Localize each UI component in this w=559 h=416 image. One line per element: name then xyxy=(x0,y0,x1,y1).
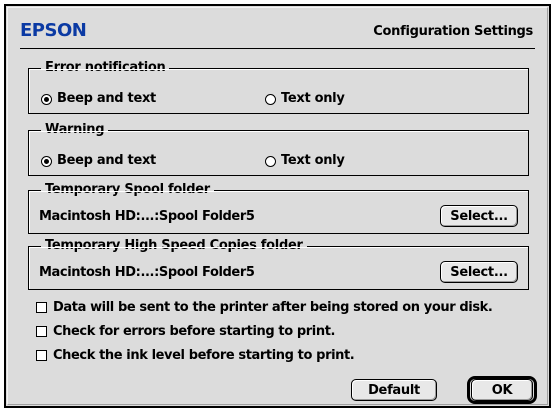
warning-text-only-radio[interactable]: Text only xyxy=(265,153,345,169)
high-speed-folder-path: Macintosh HD:...:Spool Folder5 xyxy=(39,265,255,280)
checkbox-label: Data will be sent to the printer after b… xyxy=(53,300,493,315)
high-speed-folder-group: Temporary High Speed Copies folder Macin… xyxy=(28,237,529,290)
spool-folder-group: Temporary Spool folder Macintosh HD:...:… xyxy=(28,181,529,234)
checkbox-label: Check for errors before starting to prin… xyxy=(53,324,336,339)
radio-selected-icon xyxy=(41,155,52,167)
high-speed-folder-legend: Temporary High Speed Copies folder xyxy=(41,237,307,255)
checkbox-label: Check the ink level before starting to p… xyxy=(53,348,355,363)
configuration-dialog: EPSON Configuration Settings Error notif… xyxy=(4,4,551,408)
ok-button-ring: OK xyxy=(467,376,537,404)
ok-button[interactable]: OK xyxy=(471,379,533,401)
header-divider xyxy=(20,48,535,49)
checkbox-icon xyxy=(36,326,47,337)
radio-label: Beep and text xyxy=(57,153,156,168)
spool-folder-legend: Temporary Spool folder xyxy=(41,181,214,199)
epson-logo: EPSON xyxy=(20,20,87,41)
error-text-only-radio[interactable]: Text only xyxy=(265,91,345,107)
warning-group: Warning Beep and text Text only xyxy=(28,121,529,176)
spool-select-button[interactable]: Select... xyxy=(440,205,518,227)
radio-label: Text only xyxy=(281,153,345,168)
radio-selected-icon xyxy=(41,93,52,105)
radio-label: Text only xyxy=(281,91,345,106)
radio-label: Beep and text xyxy=(57,91,156,106)
high-speed-select-button[interactable]: Select... xyxy=(440,261,518,283)
error-notification-legend: Error notification xyxy=(41,59,170,77)
check-errors-checkbox[interactable]: Check for errors before starting to prin… xyxy=(36,324,335,339)
checkbox-icon xyxy=(36,350,47,361)
checkbox-icon xyxy=(36,302,47,313)
spool-folder-path: Macintosh HD:...:Spool Folder5 xyxy=(39,209,255,224)
warning-legend: Warning xyxy=(41,121,109,139)
error-beep-and-text-radio[interactable]: Beep and text xyxy=(41,91,156,107)
warning-beep-and-text-radio[interactable]: Beep and text xyxy=(41,153,156,169)
store-on-disk-checkbox[interactable]: Data will be sent to the printer after b… xyxy=(36,300,493,315)
radio-unselected-icon xyxy=(265,155,276,167)
dialog-title: Configuration Settings xyxy=(373,24,533,39)
error-notification-group: Error notification Beep and text Text on… xyxy=(28,59,529,114)
check-ink-level-checkbox[interactable]: Check the ink level before starting to p… xyxy=(36,348,355,363)
default-button[interactable]: Default xyxy=(351,379,437,401)
radio-unselected-icon xyxy=(265,93,276,105)
